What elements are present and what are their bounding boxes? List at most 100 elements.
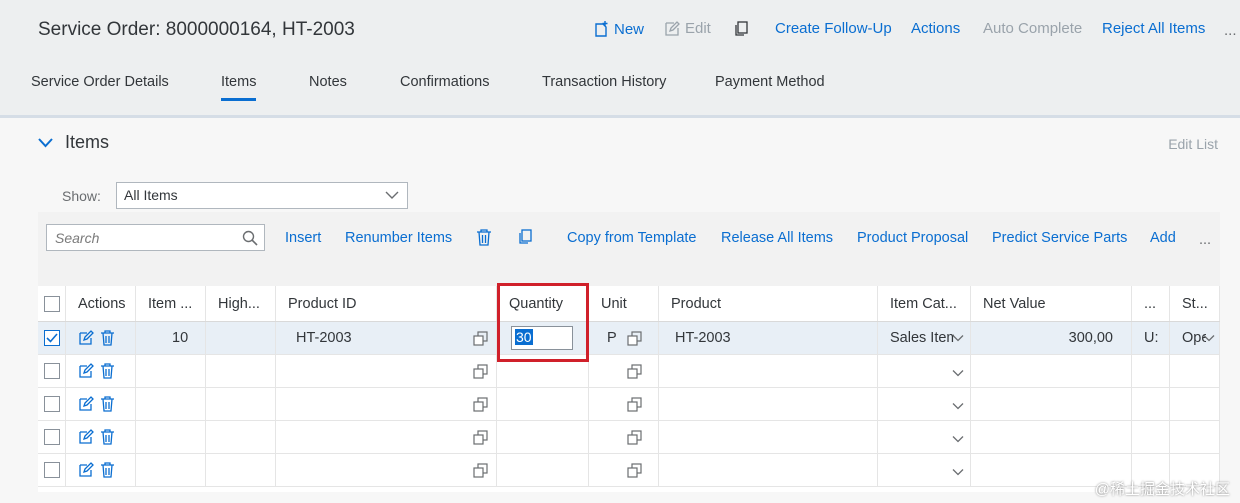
unit-cell[interactable]: P bbox=[589, 322, 659, 354]
column-header-item-category[interactable]: Item Cat... bbox=[878, 286, 971, 321]
add-button[interactable]: Add bbox=[1150, 230, 1176, 246]
search-input[interactable]: Search bbox=[46, 224, 265, 251]
chevron-down-icon[interactable] bbox=[952, 369, 964, 378]
quantity-cell[interactable] bbox=[497, 355, 589, 387]
value-help-icon[interactable] bbox=[627, 364, 642, 379]
edit-icon[interactable] bbox=[78, 429, 94, 445]
product-id-cell[interactable] bbox=[276, 355, 497, 387]
unit-cell[interactable] bbox=[589, 421, 659, 453]
auto-complete-button[interactable]: Auto Complete bbox=[983, 20, 1082, 37]
edit-list-button[interactable]: Edit List bbox=[1168, 136, 1218, 152]
actions-button[interactable]: Actions bbox=[911, 20, 960, 37]
item-category-cell[interactable] bbox=[878, 454, 971, 486]
edit-icon[interactable] bbox=[78, 462, 94, 478]
column-header-status[interactable]: St... bbox=[1170, 286, 1220, 321]
column-header-product-id[interactable]: Product ID bbox=[276, 286, 497, 321]
chevron-down-icon[interactable] bbox=[1203, 334, 1215, 343]
tab-items[interactable]: Items bbox=[221, 74, 257, 101]
toolbar-overflow-button[interactable]: ... bbox=[1199, 232, 1211, 248]
column-header-net-value[interactable]: Net Value bbox=[971, 286, 1132, 321]
product-id-cell[interactable] bbox=[276, 454, 497, 486]
copy-button[interactable] bbox=[733, 20, 750, 37]
chevron-down-icon[interactable] bbox=[38, 137, 53, 148]
predict-service-parts-button[interactable]: Predict Service Parts bbox=[992, 230, 1127, 246]
chevron-down-icon[interactable] bbox=[952, 468, 964, 477]
table-row[interactable] bbox=[38, 388, 1220, 421]
status-cell[interactable]: Ope bbox=[1170, 322, 1220, 354]
table-row[interactable] bbox=[38, 421, 1220, 454]
product-id-cell[interactable] bbox=[276, 388, 497, 420]
column-header-quantity[interactable]: Quantity bbox=[497, 286, 589, 321]
items-section-header[interactable]: Items bbox=[38, 132, 109, 153]
value-help-icon[interactable] bbox=[627, 430, 642, 445]
item-category-cell[interactable]: Sales Item bbox=[878, 322, 971, 354]
product-id-cell[interactable]: HT-2003 bbox=[276, 322, 497, 354]
value-help-icon[interactable] bbox=[473, 397, 488, 412]
edit-icon[interactable] bbox=[78, 396, 94, 412]
delete-icon[interactable] bbox=[100, 363, 115, 379]
tab-service-order-details[interactable]: Service Order Details bbox=[31, 74, 169, 90]
product-id-cell[interactable] bbox=[276, 421, 497, 453]
value-help-icon[interactable] bbox=[627, 397, 642, 412]
row-checkbox[interactable] bbox=[44, 363, 60, 379]
unit-cell[interactable] bbox=[589, 355, 659, 387]
quantity-input[interactable]: 30 bbox=[511, 326, 573, 350]
copy-from-template-button[interactable]: Copy from Template bbox=[567, 230, 696, 246]
unit-cell[interactable] bbox=[589, 388, 659, 420]
renumber-items-button[interactable]: Renumber Items bbox=[345, 230, 452, 246]
value-help-icon[interactable] bbox=[627, 463, 642, 478]
delete-icon[interactable] bbox=[476, 228, 492, 246]
column-header-unit[interactable]: Unit bbox=[589, 286, 659, 321]
show-filter-select[interactable]: All Items bbox=[116, 182, 408, 209]
column-header-product[interactable]: Product bbox=[659, 286, 878, 321]
tab-confirmations[interactable]: Confirmations bbox=[400, 74, 489, 90]
reject-all-items-button[interactable]: Reject All Items bbox=[1102, 20, 1205, 37]
delete-icon[interactable] bbox=[100, 462, 115, 478]
chevron-down-icon[interactable] bbox=[952, 402, 964, 411]
delete-icon[interactable] bbox=[100, 429, 115, 445]
edit-button[interactable]: Edit bbox=[664, 20, 711, 37]
column-header-actions[interactable]: Actions bbox=[66, 286, 136, 321]
column-header-higher-level[interactable]: High... bbox=[206, 286, 276, 321]
delete-icon[interactable] bbox=[100, 396, 115, 412]
new-doc-icon bbox=[595, 21, 608, 37]
quantity-cell[interactable] bbox=[497, 388, 589, 420]
row-checkbox[interactable] bbox=[44, 396, 60, 412]
item-category-cell[interactable] bbox=[878, 355, 971, 387]
row-checkbox[interactable] bbox=[44, 429, 60, 445]
create-follow-up-button[interactable]: Create Follow-Up bbox=[775, 20, 892, 37]
copy-icon[interactable] bbox=[517, 228, 533, 245]
value-help-icon[interactable] bbox=[473, 430, 488, 445]
value-help-icon[interactable] bbox=[473, 331, 488, 346]
row-checkbox[interactable] bbox=[44, 462, 60, 478]
column-header-item[interactable]: Item ... bbox=[136, 286, 206, 321]
chevron-down-icon[interactable] bbox=[952, 334, 964, 343]
quantity-cell[interactable] bbox=[497, 421, 589, 453]
value-help-icon[interactable] bbox=[473, 364, 488, 379]
unit-cell[interactable] bbox=[589, 454, 659, 486]
select-all-checkbox[interactable] bbox=[44, 295, 60, 312]
value-help-icon[interactable] bbox=[473, 463, 488, 478]
edit-icon[interactable] bbox=[78, 363, 94, 379]
table-row[interactable]: 10 HT-2003 30 P HT-2003 Sales Item 300,0… bbox=[38, 322, 1220, 355]
insert-button[interactable]: Insert bbox=[285, 230, 321, 246]
product-proposal-button[interactable]: Product Proposal bbox=[857, 230, 968, 246]
item-category-cell[interactable] bbox=[878, 421, 971, 453]
tab-notes[interactable]: Notes bbox=[309, 74, 347, 90]
quantity-cell[interactable] bbox=[497, 454, 589, 486]
tab-transaction-history[interactable]: Transaction History bbox=[542, 74, 666, 90]
row-checkbox[interactable] bbox=[44, 330, 60, 346]
table-row[interactable] bbox=[38, 355, 1220, 388]
table-row[interactable] bbox=[38, 454, 1220, 487]
edit-icon[interactable] bbox=[78, 330, 94, 346]
value-help-icon[interactable] bbox=[627, 331, 642, 346]
header-overflow-button[interactable]: ... bbox=[1224, 22, 1237, 39]
item-category-cell[interactable] bbox=[878, 388, 971, 420]
delete-icon[interactable] bbox=[100, 330, 115, 346]
search-icon[interactable] bbox=[242, 230, 258, 246]
new-button[interactable]: New bbox=[592, 20, 644, 38]
tab-payment-method[interactable]: Payment Method bbox=[715, 74, 825, 90]
release-all-items-button[interactable]: Release All Items bbox=[721, 230, 833, 246]
chevron-down-icon[interactable] bbox=[952, 435, 964, 444]
column-header-currency[interactable]: ... bbox=[1132, 286, 1170, 321]
